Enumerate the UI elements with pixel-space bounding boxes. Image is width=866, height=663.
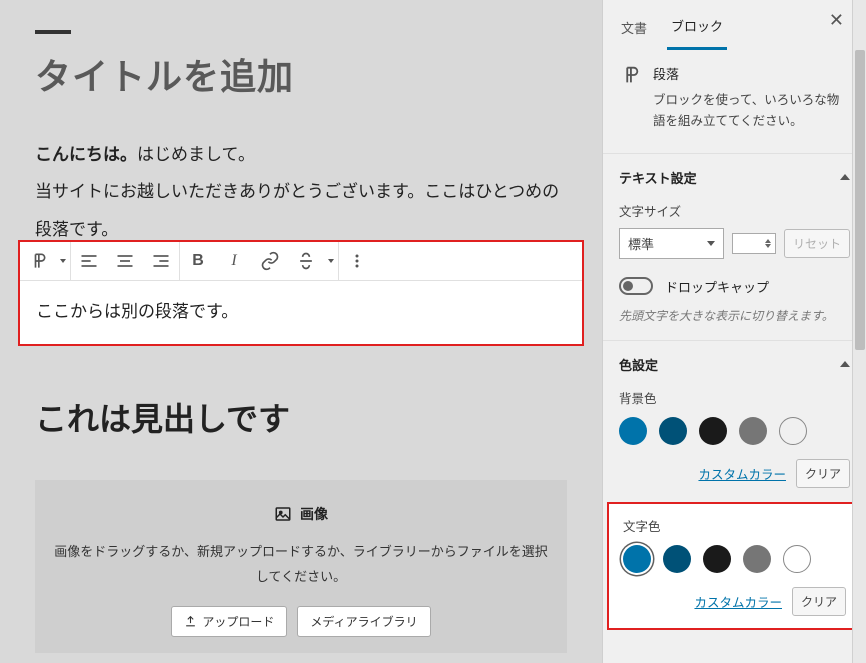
scrollbar-thumb[interactable] xyxy=(855,50,865,350)
image-icon xyxy=(274,505,292,523)
sidebar-scrollbar[interactable] xyxy=(852,0,866,663)
text-swatch-2[interactable] xyxy=(663,545,691,573)
title-divider xyxy=(35,30,71,34)
dropcap-label: ドロップキャップ xyxy=(665,277,769,296)
align-center-icon[interactable] xyxy=(107,242,143,280)
text-custom-color-link[interactable]: カスタムカラー xyxy=(694,592,782,611)
text-swatch-4[interactable] xyxy=(743,545,771,573)
bg-swatch-none[interactable] xyxy=(779,417,807,445)
dropcap-hint: 先頭文字を大きな表示に切り替えます。 xyxy=(619,306,850,326)
strikethrough-icon[interactable] xyxy=(288,242,324,280)
block-type-icon[interactable] xyxy=(20,242,56,280)
image-block-title: 画像 xyxy=(274,504,328,524)
image-block-desc: 画像をドラッグするか、新規アップロードするか、ライブラリーからファイルを選択して… xyxy=(53,540,549,589)
upload-button[interactable]: アップロード xyxy=(171,606,287,637)
sidebar-tabs: 文書 ブロック ✕ xyxy=(603,0,866,50)
bg-swatch-3[interactable] xyxy=(699,417,727,445)
font-size-select[interactable]: 標準 xyxy=(619,228,724,259)
text-settings-panel: テキスト設定 文字サイズ 標準 リセット ドロップキャップ 先頭文字を大きな表示… xyxy=(603,153,866,340)
selected-paragraph-text[interactable]: ここからは別の段落です。 xyxy=(20,281,582,344)
bg-color-swatches xyxy=(619,417,850,445)
italic-icon[interactable]: I xyxy=(216,242,252,280)
block-type-dropdown[interactable] xyxy=(56,242,70,280)
text-swatch-3[interactable] xyxy=(703,545,731,573)
selected-block: B I ここからは別の段落です。 xyxy=(18,240,584,346)
align-right-icon[interactable] xyxy=(143,242,179,280)
block-type-name: 段落 xyxy=(653,64,850,86)
text-swatch-1[interactable] xyxy=(623,545,651,573)
post-title-placeholder[interactable]: タイトルを追加 xyxy=(35,48,567,100)
dropcap-toggle[interactable] xyxy=(619,277,653,295)
reset-font-button[interactable]: リセット xyxy=(784,229,850,258)
text-color-label: 文字色 xyxy=(623,516,846,535)
font-size-label: 文字サイズ xyxy=(619,201,850,220)
link-icon[interactable] xyxy=(252,242,288,280)
font-size-number[interactable] xyxy=(732,233,776,254)
close-sidebar-icon[interactable]: ✕ xyxy=(829,10,844,31)
para1-bold: こんにちは。 xyxy=(35,145,137,164)
more-options-icon[interactable] xyxy=(339,242,375,280)
heading-block[interactable]: これは見出しです xyxy=(35,394,567,440)
upload-icon xyxy=(184,615,197,628)
align-left-icon[interactable] xyxy=(71,242,107,280)
bg-color-label: 背景色 xyxy=(619,388,850,407)
image-placeholder-block[interactable]: 画像 画像をドラッグするか、新規アップロードするか、ライブラリーからファイルを選… xyxy=(35,480,567,652)
bg-custom-color-link[interactable]: カスタムカラー xyxy=(698,464,786,483)
chevron-up-icon xyxy=(840,174,850,180)
media-library-button[interactable]: メディアライブラリ xyxy=(297,606,430,637)
dropdown-arrow-icon xyxy=(707,241,715,246)
paragraph-2[interactable]: 当サイトにお越しいただきありがとうございます。ここはひとつめの段落です。 xyxy=(35,173,567,248)
bg-clear-button[interactable]: クリア xyxy=(796,459,850,488)
bg-swatch-2[interactable] xyxy=(659,417,687,445)
color-settings-toggle[interactable]: 色設定 xyxy=(619,355,850,374)
text-settings-toggle[interactable]: テキスト設定 xyxy=(619,168,850,187)
block-description: 段落 ブロックを使って、いろいろな物語を組み立ててください。 xyxy=(603,50,866,153)
text-swatch-none[interactable] xyxy=(783,545,811,573)
tab-block[interactable]: ブロック xyxy=(667,8,727,50)
editor-canvas: タイトルを追加 こんにちは。はじめまして。 当サイトにお越しいただきありがとうご… xyxy=(0,0,602,663)
text-clear-button[interactable]: クリア xyxy=(792,587,846,616)
para1-rest: はじめまして。 xyxy=(137,145,255,164)
text-color-swatches xyxy=(623,545,846,573)
bg-swatch-1[interactable] xyxy=(619,417,647,445)
chevron-up-icon xyxy=(840,361,850,367)
paragraph-icon xyxy=(619,64,641,133)
block-toolbar: B I xyxy=(20,242,582,281)
bold-icon[interactable]: B xyxy=(180,242,216,280)
text-color-section: 文字色 カスタムカラー クリア xyxy=(607,502,862,630)
settings-sidebar: 文書 ブロック ✕ 段落 ブロックを使って、いろいろな物語を組み立ててください。… xyxy=(602,0,866,663)
block-type-desc: ブロックを使って、いろいろな物語を組み立ててください。 xyxy=(653,90,850,133)
format-dropdown[interactable] xyxy=(324,242,338,280)
title-block[interactable]: タイトルを追加 xyxy=(35,30,567,100)
tab-document[interactable]: 文書 xyxy=(617,10,651,49)
bg-swatch-4[interactable] xyxy=(739,417,767,445)
color-settings-panel: 色設定 背景色 カスタムカラー クリア xyxy=(603,340,866,502)
paragraph-1[interactable]: こんにちは。はじめまして。 xyxy=(35,136,567,173)
